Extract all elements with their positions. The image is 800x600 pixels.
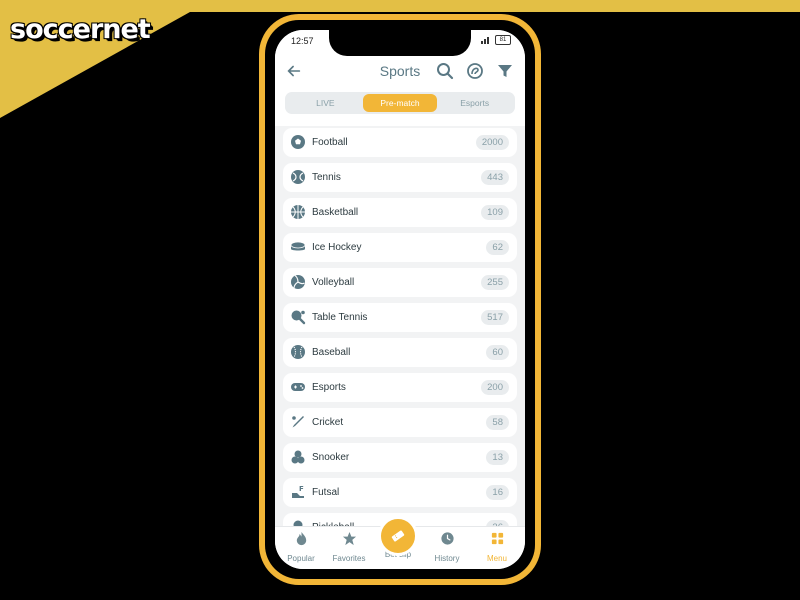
gamepad-icon [291,383,305,391]
sport-row-football[interactable]: Football 2000 [283,128,517,157]
event-count-badge: 255 [481,275,509,290]
filter-icon[interactable] [495,61,515,81]
sport-row-basketball[interactable]: Basketball 109 [283,198,517,227]
sport-label: Volleyball [312,277,355,288]
football-icon [291,135,305,149]
tab-pre-match[interactable]: Pre-match [362,94,438,112]
event-count-badge: 109 [481,205,509,220]
snooker-icon [291,450,305,464]
signal-icon [481,37,489,44]
sport-row-futsal[interactable]: F Futsal 16 [283,478,517,507]
sport-label: Snooker [312,452,350,463]
sport-label: Cricket [312,417,344,428]
event-count-badge: 16 [486,485,509,500]
ice-hockey-icon [290,241,306,251]
tab-esports[interactable]: Esports [437,94,512,112]
sport-label: Basketball [312,207,359,218]
sport-row-snooker[interactable]: Snooker 13 [283,443,517,472]
sport-row-cricket[interactable]: Cricket 58 [283,408,517,437]
nav-popular[interactable]: Popular [277,531,325,566]
star-icon [342,531,356,546]
sport-row-tennis[interactable]: Tennis 443 [283,163,517,192]
fire-icon [296,531,306,546]
sport-label: Football [312,137,348,148]
bottom-navigation: Popular Favorites Bet slip History [275,516,525,569]
sport-row-esports[interactable]: Esports 200 [283,373,517,402]
nav-history[interactable]: History [423,531,471,566]
bet-slip-button[interactable] [378,516,418,556]
futsal-icon: F [292,485,304,498]
svg-text:F: F [299,485,304,493]
event-count-badge: 62 [486,240,509,255]
clock-icon [440,532,454,545]
sport-mode-tabs: LIVE Pre-match Esports [285,92,515,114]
table-tennis-icon [291,310,306,325]
page-title: Sports [379,63,421,79]
nav-favorites[interactable]: Favorites [325,531,373,566]
event-count-badge: 517 [481,310,509,325]
nav-menu[interactable]: Menu [473,531,521,566]
app-header: Sports [275,52,525,90]
sport-row-table-tennis[interactable]: Table Tennis 517 [283,303,517,332]
phone-frame: 12:57 81 Sports LIVE Pre-match Esports F… [259,14,541,585]
search-icon[interactable] [435,61,455,81]
grid-icon [491,532,503,545]
event-count-badge: 200 [481,380,509,395]
event-count-badge: 58 [486,415,509,430]
event-count-badge: 13 [486,450,509,465]
sport-row-baseball[interactable]: Baseball 60 [283,338,517,367]
tab-live[interactable]: LIVE [288,94,363,112]
volleyball-icon [291,275,305,289]
event-count-badge: 60 [486,345,509,360]
sport-label: Esports [312,382,346,393]
sport-label: Futsal [312,487,340,498]
sports-list: Football 2000 Tennis 443 Basketball 109 … [283,128,517,548]
event-count-badge: 443 [481,170,509,185]
status-time: 12:57 [291,36,314,46]
sport-label: Table Tennis [312,312,368,323]
brand-logo: soccernet [10,14,151,45]
nav-bet-slip[interactable]: Bet slip [374,516,422,559]
sport-label: Tennis [312,172,341,183]
battery-icon: 81 [495,35,511,45]
sport-row-volleyball[interactable]: Volleyball 255 [283,268,517,297]
event-count-badge: 2000 [475,135,509,150]
sport-label: Baseball [312,347,351,358]
camera-notch [329,30,471,56]
cricket-icon [292,416,304,428]
sport-label: Ice Hockey [312,242,362,253]
ticket-icon [391,530,405,542]
baseball-icon [291,345,305,359]
app-screen: 12:57 81 Sports LIVE Pre-match Esports F… [275,30,525,569]
tennis-icon [291,170,305,184]
sport-row-ice-hockey[interactable]: Ice Hockey 62 [283,233,517,262]
basketball-icon [291,205,305,219]
hearing-icon[interactable] [465,61,485,81]
